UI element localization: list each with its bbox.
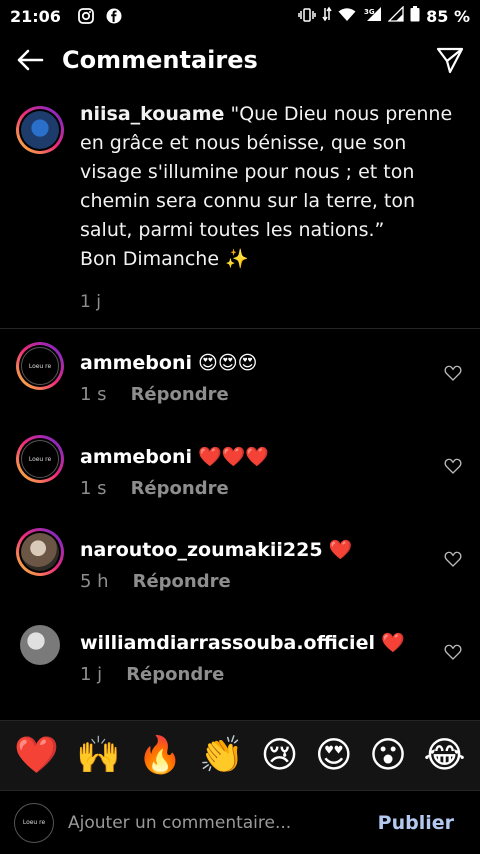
send-icon <box>436 47 464 74</box>
emoji-heart-eyes[interactable]: 😍 <box>315 737 353 774</box>
reply-button[interactable]: Répondre <box>131 384 229 405</box>
comment-username[interactable]: ammeboni <box>80 446 192 468</box>
vibrate-icon <box>298 7 316 26</box>
divider <box>0 328 480 329</box>
comment-item: naroutoo_zoumakii225 ❤️ 5 h Répondre <box>0 524 480 614</box>
avatar[interactable]: Loeu re <box>16 435 64 483</box>
emoji-laughing[interactable]: 😂 <box>424 737 466 774</box>
emoji-fire[interactable]: 🔥 <box>138 737 183 774</box>
instagram-icon <box>77 7 95 25</box>
signal-icon: 3G <box>362 6 382 26</box>
post-caption: niisa_kouame "Que Dieu nous prenne en gr… <box>0 100 480 312</box>
heart-icon[interactable] <box>444 364 462 382</box>
comment-input-bar: Loeu re Publier <box>0 790 480 854</box>
caption-line2: Bon Dimanche ✨ <box>80 248 249 270</box>
comment-time: 5 h <box>80 571 109 592</box>
caption-username[interactable]: niisa_kouame <box>80 103 224 125</box>
caption-text: niisa_kouame "Que Dieu nous prenne en gr… <box>80 100 460 274</box>
emoji-surprised[interactable]: 😮 <box>369 737 407 774</box>
comment-item: Loeu re ammeboni 😍😍😍 1 s Répondre <box>0 338 480 428</box>
data-icon <box>322 6 332 26</box>
status-bar: 21:06 3G 85 % <box>0 0 480 32</box>
comment-input[interactable] <box>68 812 378 833</box>
share-button[interactable] <box>434 44 466 76</box>
status-time: 21:06 <box>10 6 61 26</box>
comment-item: williamdiarrassouba.officiel ❤️ 1 j Répon… <box>0 617 480 707</box>
comment-username[interactable]: ammeboni <box>80 352 192 374</box>
reply-button[interactable]: Répondre <box>126 664 224 685</box>
header: Commentaires <box>0 32 480 88</box>
back-button[interactable] <box>0 32 60 88</box>
emoji-clapping[interactable]: 👏 <box>199 737 244 774</box>
comment-text: ❤️❤️❤️ <box>198 446 270 468</box>
emoji-crying[interactable]: 😢 <box>261 737 299 774</box>
signal-2-icon <box>387 5 404 26</box>
emoji-bar: ❤️ 🙌 🔥 👏 😢 😍 😮 😂 <box>0 720 480 790</box>
comment-text: ❤️ <box>328 539 353 561</box>
comment-username[interactable]: naroutoo_zoumakii225 <box>80 539 323 561</box>
facebook-icon <box>105 7 123 25</box>
comment-text: 😍😍😍 <box>198 352 258 374</box>
arrow-left-icon <box>17 49 44 71</box>
comment-username[interactable]: williamdiarrassouba.officiel <box>80 632 375 654</box>
logo-text: Loeu re <box>21 347 59 385</box>
battery-icon <box>410 6 420 26</box>
wifi-icon <box>338 7 356 26</box>
current-user-avatar: Loeu re <box>14 802 54 843</box>
heart-icon[interactable] <box>444 550 462 568</box>
heart-icon[interactable] <box>444 643 462 661</box>
avatar[interactable] <box>16 106 64 154</box>
battery-level: 85 % <box>426 6 470 26</box>
comment-time: 1 s <box>80 384 107 405</box>
comment-item: Loeu re ammeboni ❤️❤️❤️ 1 s Répondre <box>0 431 480 521</box>
emoji-heart[interactable]: ❤️ <box>14 737 59 774</box>
comment-time: 1 j <box>80 664 103 685</box>
status-right: 3G 85 % <box>298 5 470 26</box>
comment-text: ❤️ <box>381 632 405 654</box>
reply-button[interactable]: Répondre <box>133 571 231 592</box>
publish-button[interactable]: Publier <box>378 812 454 834</box>
avatar[interactable]: Loeu re <box>16 342 64 390</box>
avatar[interactable] <box>16 621 64 669</box>
avatar[interactable] <box>16 528 64 576</box>
svg-text:3G: 3G <box>364 8 375 16</box>
comment-time: 1 s <box>80 478 107 499</box>
page-title: Commentaires <box>62 46 258 74</box>
emoji-raising-hands[interactable]: 🙌 <box>76 737 121 774</box>
reply-button[interactable]: Répondre <box>131 478 229 499</box>
caption-timestamp: 1 j <box>80 292 101 312</box>
logo-text: Loeu re <box>21 440 59 478</box>
logo-text: Loeu re <box>22 819 46 826</box>
heart-icon[interactable] <box>444 457 462 475</box>
